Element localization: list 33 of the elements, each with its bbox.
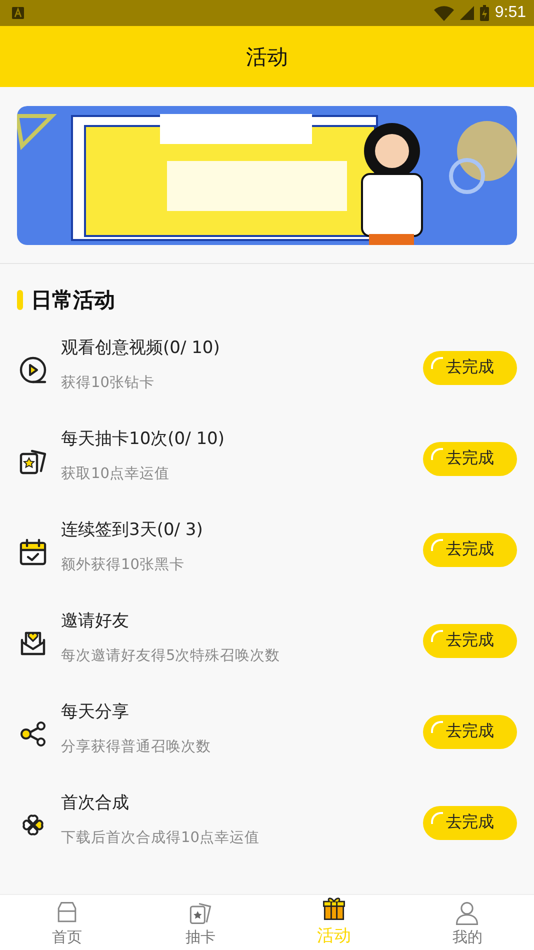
section-title: 日常活动: [31, 287, 115, 314]
app-notification-icon: [12, 7, 24, 19]
page-title: 活动: [246, 44, 288, 70]
complete-button[interactable]: 去完成: [423, 624, 517, 658]
task-title: 每天抽卡10次(0/ 10): [61, 428, 226, 450]
task-title: 观看创意视频(0/ 10): [61, 337, 221, 359]
task-title: 首次合成: [61, 792, 130, 814]
task-description: 每次邀请好友得5次特殊召唤次数: [61, 647, 282, 665]
play-icon: [18, 354, 48, 384]
wifi-icon: [434, 6, 454, 20]
task-title: 邀请好友: [61, 610, 130, 632]
share-icon: [18, 718, 48, 748]
complete-button[interactable]: 去完成: [423, 350, 517, 384]
task-description: 获得10张钻卡: [61, 374, 156, 392]
task-title: 每天分享: [61, 701, 130, 723]
tab[interactable]: 首页: [0, 895, 134, 950]
complete-button[interactable]: 去完成: [423, 442, 517, 476]
section-accent-bar: [17, 290, 23, 310]
task-description: 分享获得普通召唤次数: [61, 738, 212, 756]
clock-time: 9:51: [494, 4, 526, 22]
battery-icon: [480, 5, 489, 21]
complete-button[interactable]: 去完成: [423, 532, 517, 566]
task-title: 连续签到3天(0/ 3): [61, 519, 204, 541]
task-description: 获取10点幸运值: [61, 465, 170, 483]
task-description: 额外获得10张黑卡: [61, 556, 186, 574]
calendar-icon: [18, 536, 48, 566]
tab[interactable]: 我的: [400, 895, 534, 950]
complete-button[interactable]: 去完成: [423, 806, 517, 840]
tab[interactable]: 抽卡: [134, 895, 267, 950]
signal-icon: [460, 6, 474, 20]
task-description: 下载后首次合成得10点幸运值: [61, 829, 260, 847]
banner-image[interactable]: [17, 106, 517, 244]
complete-button[interactable]: 去完成: [423, 714, 517, 748]
